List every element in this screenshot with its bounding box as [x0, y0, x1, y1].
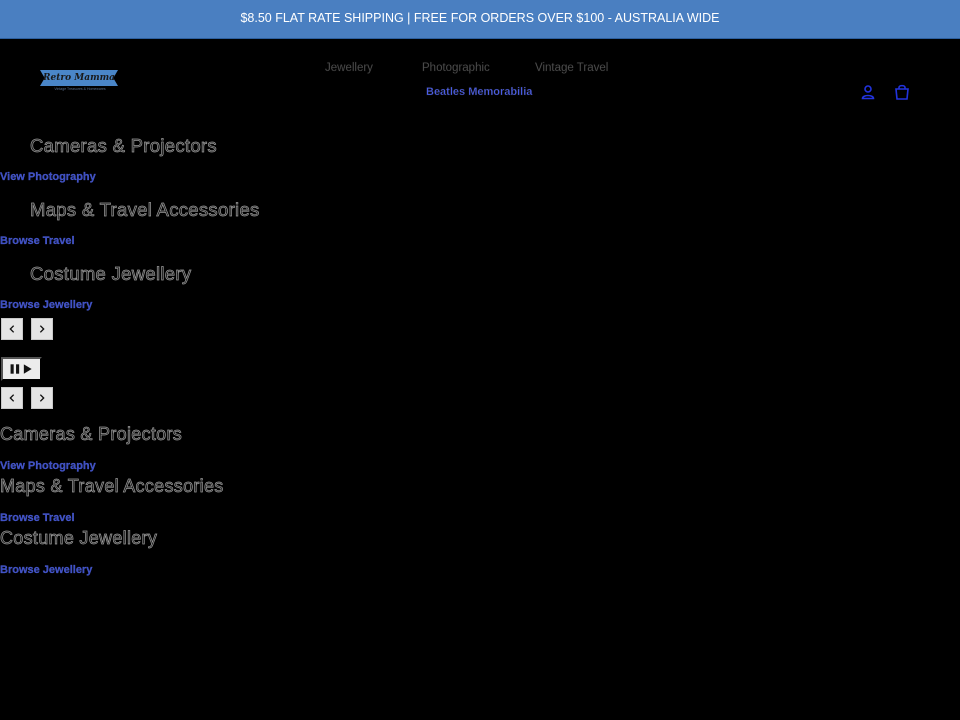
mobile-slide-title: Maps & Travel Accessories — [0, 476, 224, 497]
chevron-left-icon — [9, 325, 15, 333]
nav-item-beatles-memorabilia[interactable]: Beatles Memorabilia — [426, 86, 533, 98]
nav-item-jewellery[interactable]: Jewellery — [325, 62, 373, 74]
pause-play-icon — [10, 364, 32, 374]
mobile-slide-link[interactable]: Browse Jewellery — [0, 564, 92, 576]
slideshow-mobile-next-button[interactable] — [31, 387, 53, 409]
slide-title: Cameras & Projectors — [30, 135, 217, 157]
logo-name: Retro Mamma — [43, 73, 115, 83]
slide-link[interactable]: Browse Jewellery — [0, 299, 92, 311]
mobile-slide-link[interactable]: View Photography — [0, 460, 96, 472]
slide-title: Costume Jewellery — [30, 263, 192, 285]
announcement-text: $8.50 FLAT RATE SHIPPING | FREE FOR ORDE… — [240, 11, 720, 25]
slideshow-prev-button[interactable] — [1, 318, 23, 340]
slide-link[interactable]: View Photography — [0, 171, 96, 183]
nav-item-vintage-travel[interactable]: Vintage Travel — [535, 62, 609, 74]
chevron-left-icon — [9, 394, 15, 402]
cart-icon[interactable] — [893, 83, 911, 101]
mobile-slide-title: Costume Jewellery — [0, 528, 158, 549]
logo-tagline: Vintage Treasures & Homewares — [54, 87, 106, 91]
mobile-slide-link[interactable]: Browse Travel — [0, 512, 75, 524]
chevron-right-icon — [39, 394, 45, 402]
slideshow-pause-play-button[interactable] — [1, 357, 42, 381]
mobile-slide-title: Cameras & Projectors — [0, 424, 183, 445]
nav-item-photographic[interactable]: Photographic — [422, 62, 490, 74]
announcement-bar: $8.50 FLAT RATE SHIPPING | FREE FOR ORDE… — [0, 0, 960, 39]
logo[interactable]: Retro Mamma Vintage Treasures & Homeware… — [40, 70, 118, 92]
slide-link[interactable]: Browse Travel — [0, 235, 75, 247]
slide-title: Maps & Travel Accessories — [30, 199, 260, 221]
account-icon[interactable] — [859, 83, 877, 101]
slideshow-next-button[interactable] — [31, 318, 53, 340]
chevron-right-icon — [39, 325, 45, 333]
slideshow-mobile-prev-button[interactable] — [1, 387, 23, 409]
